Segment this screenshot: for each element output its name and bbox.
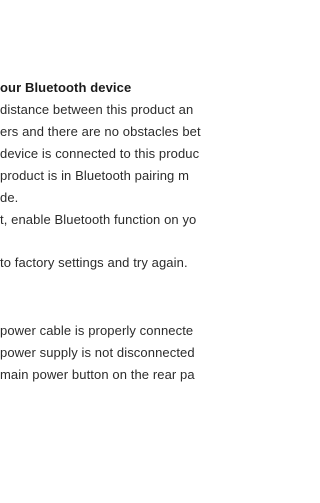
text-line-6: t, enable Bluetooth function on yo (0, 212, 197, 227)
text-line-4: product is in Bluetooth pairing m (0, 168, 190, 183)
text-line-1: distance between this product an (0, 102, 194, 117)
text-line-3: device is connected to this produc (0, 146, 200, 161)
text-line-7: to factory settings and try again. (0, 255, 188, 270)
text-line-5: de. (0, 190, 19, 205)
text-line-8: power cable is properly connecte (0, 323, 194, 338)
section-heading: our Bluetooth device (0, 80, 132, 95)
text-line-10: main power button on the rear pa (0, 367, 195, 382)
text-line-9: power supply is not disconnected (0, 345, 195, 360)
text-line-2: ers and there are no obstacles bet (0, 124, 201, 139)
manual-page: our Bluetooth device distance between th… (0, 0, 283, 503)
